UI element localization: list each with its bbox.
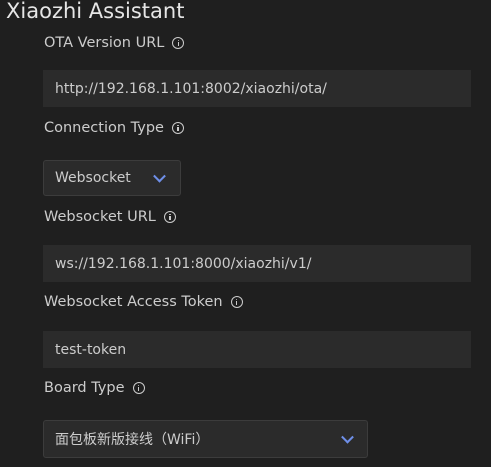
access-token-label: Websocket Access Token: [44, 292, 243, 312]
info-icon[interactable]: [171, 122, 184, 134]
chevron-down-icon: [153, 169, 166, 183]
ota-url-label: OTA Version URL: [44, 33, 185, 53]
connection-type-select[interactable]: Websocket: [43, 160, 181, 196]
info-icon[interactable]: [172, 37, 185, 49]
websocket-url-label: Websocket URL: [44, 207, 176, 227]
access-token-input[interactable]: [43, 331, 471, 368]
connection-type-label-text: Connection Type: [44, 120, 164, 136]
info-icon[interactable]: [230, 296, 243, 308]
connection-type-value: Websocket: [55, 170, 131, 186]
board-type-label: Board Type: [44, 378, 145, 398]
websocket-url-label-text: Websocket URL: [44, 209, 156, 225]
websocket-url-input[interactable]: [43, 245, 471, 282]
ota-url-label-text: OTA Version URL: [44, 35, 165, 51]
chevron-down-icon: [341, 430, 354, 444]
access-token-label-text: Websocket Access Token: [44, 294, 223, 310]
board-type-label-text: Board Type: [44, 380, 125, 396]
board-type-select[interactable]: 面包板新版接线（WiFi）: [43, 420, 368, 458]
ota-url-input[interactable]: [43, 70, 471, 107]
info-icon[interactable]: [163, 211, 176, 223]
board-type-value: 面包板新版接线（WiFi）: [55, 432, 210, 448]
connection-type-label: Connection Type: [44, 118, 184, 138]
page-title: Xiaozhi Assistant: [6, 0, 185, 23]
info-icon[interactable]: [132, 382, 145, 394]
